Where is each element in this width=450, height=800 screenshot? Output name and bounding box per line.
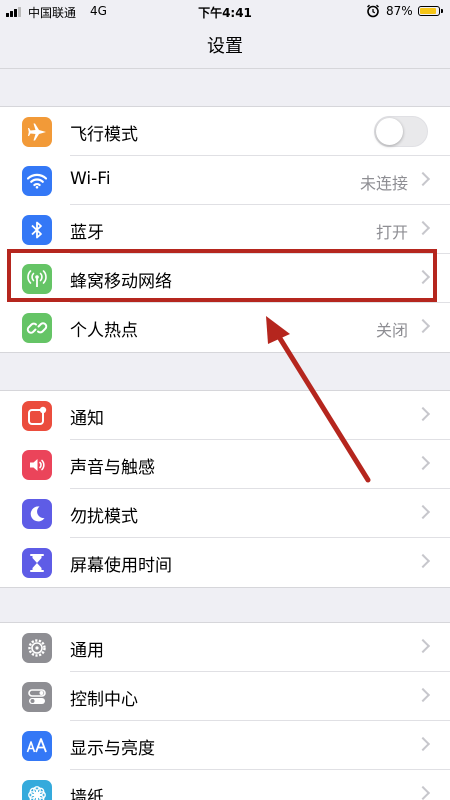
row-value: 关闭 (375, 321, 408, 340)
row-notifications[interactable]: 通知 (0, 391, 450, 440)
highlight-box (7, 249, 437, 302)
row-label: 显示与亮度 (70, 739, 155, 759)
hourglass-icon (22, 548, 52, 578)
chevron-right-icon (415, 171, 431, 187)
row-wifi[interactable]: Wi-Fi 未连接 (0, 156, 450, 205)
row-do-not-disturb[interactable]: 勿扰模式 (0, 489, 450, 538)
row-sounds-haptics[interactable]: 声音与触感 (0, 440, 450, 489)
connectivity-group: 飞行模式 Wi-Fi 未连接 蓝牙 打开 蜂窝移动网络 个人热点 关闭 (0, 106, 450, 353)
row-label: 飞行模式 (70, 125, 138, 145)
row-label: 控制中心 (70, 690, 138, 710)
speaker-icon (22, 450, 52, 480)
row-label: 屏幕使用时间 (70, 556, 172, 576)
chevron-right-icon (415, 318, 431, 334)
row-label: 通用 (70, 641, 104, 661)
chevron-right-icon (415, 553, 431, 569)
hotspot-link-icon (22, 313, 52, 343)
row-screen-time[interactable]: 屏幕使用时间 (0, 538, 450, 587)
notification-icon (22, 401, 52, 431)
settings-screen: 中国联通 4G 下午4:41 87% 设置 飞行模式 Wi-Fi 未连接 蓝牙 … (0, 0, 450, 800)
row-airplane-mode: 飞行模式 (0, 107, 450, 156)
notifications-group: 通知 声音与触感 勿扰模式 屏幕使用时间 (0, 390, 450, 588)
switches-icon (22, 682, 52, 712)
page-title: 设置 (207, 36, 243, 57)
text-size-icon (22, 731, 52, 761)
flower-icon (22, 780, 52, 800)
row-label: 勿扰模式 (70, 507, 138, 527)
alarm-icon (367, 4, 379, 18)
row-label: 通知 (70, 409, 104, 429)
wifi-icon (22, 166, 52, 196)
status-bar: 中国联通 4G 下午4:41 87% (0, 0, 450, 24)
row-value: 未连接 (359, 174, 408, 193)
row-general[interactable]: 通用 (0, 623, 450, 672)
row-wallpaper[interactable]: 墙纸 (0, 770, 450, 800)
bluetooth-icon (22, 215, 52, 245)
chevron-right-icon (415, 736, 431, 752)
airplane-mode-toggle[interactable] (374, 116, 428, 147)
row-control-center[interactable]: 控制中心 (0, 672, 450, 721)
chevron-right-icon (415, 785, 431, 800)
row-bluetooth[interactable]: 蓝牙 打开 (0, 205, 450, 254)
row-label: 蓝牙 (70, 223, 104, 243)
nav-divider (0, 68, 450, 69)
chevron-right-icon (415, 455, 431, 471)
battery-percent: 87% (386, 4, 413, 18)
chevron-right-icon (415, 638, 431, 654)
airplane-icon (22, 117, 52, 147)
general-group: 通用 控制中心 显示与亮度 墙纸 (0, 622, 450, 800)
gear-icon (22, 633, 52, 663)
chevron-right-icon (415, 406, 431, 422)
status-time: 下午4:41 (198, 6, 252, 20)
chevron-right-icon (415, 504, 431, 520)
row-personal-hotspot[interactable]: 个人热点 关闭 (0, 303, 450, 352)
row-value: 打开 (375, 223, 408, 242)
row-label: 墙纸 (70, 788, 104, 800)
row-label: Wi-Fi (70, 169, 111, 189)
row-display-brightness[interactable]: 显示与亮度 (0, 721, 450, 770)
chevron-right-icon (415, 687, 431, 703)
row-label: 个人热点 (70, 321, 138, 341)
moon-icon (22, 499, 52, 529)
row-label: 声音与触感 (70, 458, 155, 478)
battery-icon (418, 6, 443, 16)
chevron-right-icon (415, 220, 431, 236)
